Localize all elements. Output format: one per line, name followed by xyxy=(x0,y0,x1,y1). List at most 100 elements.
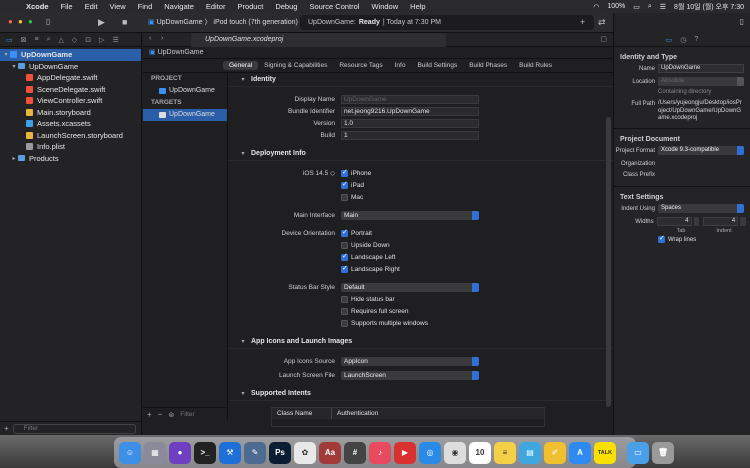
search-icon[interactable]: ⌕ xyxy=(648,3,652,11)
add-file-icon[interactable]: + xyxy=(4,424,9,433)
find-icon[interactable]: ⌕ xyxy=(47,36,51,44)
project-format-popup[interactable]: Xcode 9.3-compatible xyxy=(658,145,744,155)
folder-icon[interactable]: ▭ xyxy=(627,441,649,464)
tree-item[interactable]: ▸ Products xyxy=(0,153,141,165)
code-review-icon[interactable]: ⇄ xyxy=(598,17,606,28)
menu-help[interactable]: Help xyxy=(410,2,425,11)
music-icon[interactable]: ♪ xyxy=(369,441,391,464)
tab-width-stepper[interactable] xyxy=(693,216,700,226)
landscape-left-checkbox[interactable] xyxy=(341,252,348,261)
landscape-right-checkbox[interactable] xyxy=(341,264,348,273)
tree-item[interactable]: AppDelegate.swift xyxy=(0,72,141,84)
indent-width-stepper[interactable] xyxy=(740,216,746,226)
version-field[interactable]: 1.0 xyxy=(341,118,479,128)
tree-item[interactable]: Assets.xcassets xyxy=(0,118,141,130)
tree-item[interactable]: LaunchScreen.storyboard xyxy=(0,130,141,142)
tab-resource-tags[interactable]: Resource Tags xyxy=(333,61,388,70)
iphone-checkbox[interactable] xyxy=(341,168,348,177)
tree-item[interactable]: Main.storyboard xyxy=(0,107,141,119)
ipad-checkbox[interactable] xyxy=(341,180,348,189)
disclosure-right-icon[interactable]: ▸ xyxy=(10,155,18,162)
debug-icon[interactable]: ⊡ xyxy=(85,36,91,44)
terminal-icon[interactable]: >_ xyxy=(194,441,216,464)
tree-item[interactable]: ▾ UpDownGame xyxy=(0,49,141,61)
tab-signing[interactable]: Signing & Capabilities xyxy=(258,61,333,70)
symbol-icon[interactable]: ≡ xyxy=(35,36,39,43)
kakaotalk-icon[interactable]: TALK xyxy=(594,441,616,464)
upside-down-checkbox[interactable] xyxy=(341,241,348,249)
finder-icon[interactable]: ☺ xyxy=(119,441,141,464)
app-icons-popup[interactable]: AppIcon xyxy=(341,356,479,366)
section-deployment[interactable]: ▾ Deployment Info xyxy=(229,147,613,161)
stacks-icon[interactable]: ▤ xyxy=(519,441,541,464)
file-inspector-icon[interactable]: ▭ xyxy=(666,36,673,44)
tab-width-field[interactable]: 4 xyxy=(656,216,692,226)
scheme-selector[interactable]: ▣ UpDownGame 〉 iPod touch (7th generatio… xyxy=(148,17,298,27)
stop-icon[interactable]: ■ xyxy=(122,17,127,27)
menu-source-control[interactable]: Source Control xyxy=(309,2,359,11)
tree-item[interactable]: Info.plist xyxy=(0,141,141,153)
indent-using-popup[interactable]: Spaces xyxy=(658,203,744,213)
menu-view[interactable]: View xyxy=(110,2,126,11)
jump-bar[interactable]: ▣ UpDownGame xyxy=(143,47,613,59)
toggle-navigator-icon[interactable]: ▯ xyxy=(46,17,50,26)
filter-icon[interactable]: ⊜ xyxy=(168,411,174,419)
github-icon[interactable]: ● xyxy=(169,441,191,464)
class-prefix-field[interactable] xyxy=(658,170,744,171)
history-icon[interactable]: ◷ xyxy=(680,36,686,44)
help-icon[interactable]: ? xyxy=(694,36,698,43)
add-target-icon[interactable]: + xyxy=(147,410,152,419)
col-authentication[interactable]: Authentication xyxy=(332,408,378,419)
section-app-icons[interactable]: ▾ App Icons and Launch Images xyxy=(229,335,613,349)
calculator-icon[interactable]: # xyxy=(344,441,366,464)
mac-checkbox[interactable] xyxy=(341,193,348,201)
vertical-scrollbar[interactable] xyxy=(606,117,611,407)
control-center-icon[interactable]: ☰ xyxy=(660,3,666,11)
target-item[interactable]: UpDownGame xyxy=(143,109,227,121)
menu-debug[interactable]: Debug xyxy=(275,2,297,11)
xcode-icon[interactable]: ⚒ xyxy=(219,441,241,464)
forward-icon[interactable]: › xyxy=(161,35,163,42)
hide-status-checkbox[interactable] xyxy=(341,295,348,303)
safari-icon[interactable]: ◎ xyxy=(419,441,441,464)
notes-icon[interactable]: ✎ xyxy=(244,441,266,464)
tab-build-phases[interactable]: Build Phases xyxy=(463,61,513,70)
col-class-name[interactable]: Class Name xyxy=(272,408,332,419)
project-item[interactable]: UpDownGame xyxy=(143,85,227,97)
close-window-icon[interactable]: ● xyxy=(8,17,13,26)
name-field[interactable]: UpDownGame xyxy=(658,64,744,73)
dictionary-icon[interactable]: Aa xyxy=(319,441,341,464)
library-add-icon[interactable]: + xyxy=(580,17,585,27)
clock[interactable]: 8월 10일 (월) 오후 7:30 xyxy=(674,2,744,12)
run-icon[interactable]: ▶ xyxy=(98,17,105,28)
tab-general[interactable]: General xyxy=(223,61,259,70)
toggle-inspector-icon[interactable]: ▯ xyxy=(740,17,744,26)
indent-width-field[interactable]: 4 xyxy=(703,216,739,226)
source-control-icon[interactable]: ⊠ xyxy=(21,36,27,44)
menu-xcode[interactable]: Xcode xyxy=(26,2,49,11)
report-icon[interactable]: ☰ xyxy=(113,36,119,44)
issue-icon[interactable]: △ xyxy=(59,36,64,44)
battery-icon[interactable]: ▭ xyxy=(633,3,640,11)
tab-build-rules[interactable]: Build Rules xyxy=(513,61,558,70)
menu-edit[interactable]: Edit xyxy=(85,2,98,11)
zoom-window-icon[interactable]: ● xyxy=(28,17,33,26)
menu-file[interactable]: File xyxy=(61,2,73,11)
status-bar-popup[interactable]: Default xyxy=(341,282,479,292)
menu-navigate[interactable]: Navigate xyxy=(164,2,194,11)
build-field[interactable]: 1 xyxy=(341,130,479,140)
photos-icon[interactable]: ✿ xyxy=(294,441,316,464)
breakpoint-icon[interactable]: ▷ xyxy=(99,36,104,44)
tree-item[interactable]: ▾ UpDownGame xyxy=(0,61,141,73)
location-popup[interactable]: Absolute xyxy=(658,77,744,86)
section-intents[interactable]: ▾ Supported Intents xyxy=(229,387,613,401)
add-editor-icon[interactable]: ▢ xyxy=(600,35,607,43)
display-name-field[interactable]: UpDownGame xyxy=(341,94,479,104)
test-icon[interactable]: ◇ xyxy=(72,36,77,44)
portrait-checkbox[interactable] xyxy=(341,228,348,237)
organization-field[interactable] xyxy=(658,159,744,160)
main-interface-popup[interactable]: Main xyxy=(341,210,479,220)
notes-app-icon[interactable]: ≡ xyxy=(494,441,516,464)
menu-editor[interactable]: Editor xyxy=(206,2,226,11)
pencil-icon[interactable]: ✐ xyxy=(544,441,566,464)
